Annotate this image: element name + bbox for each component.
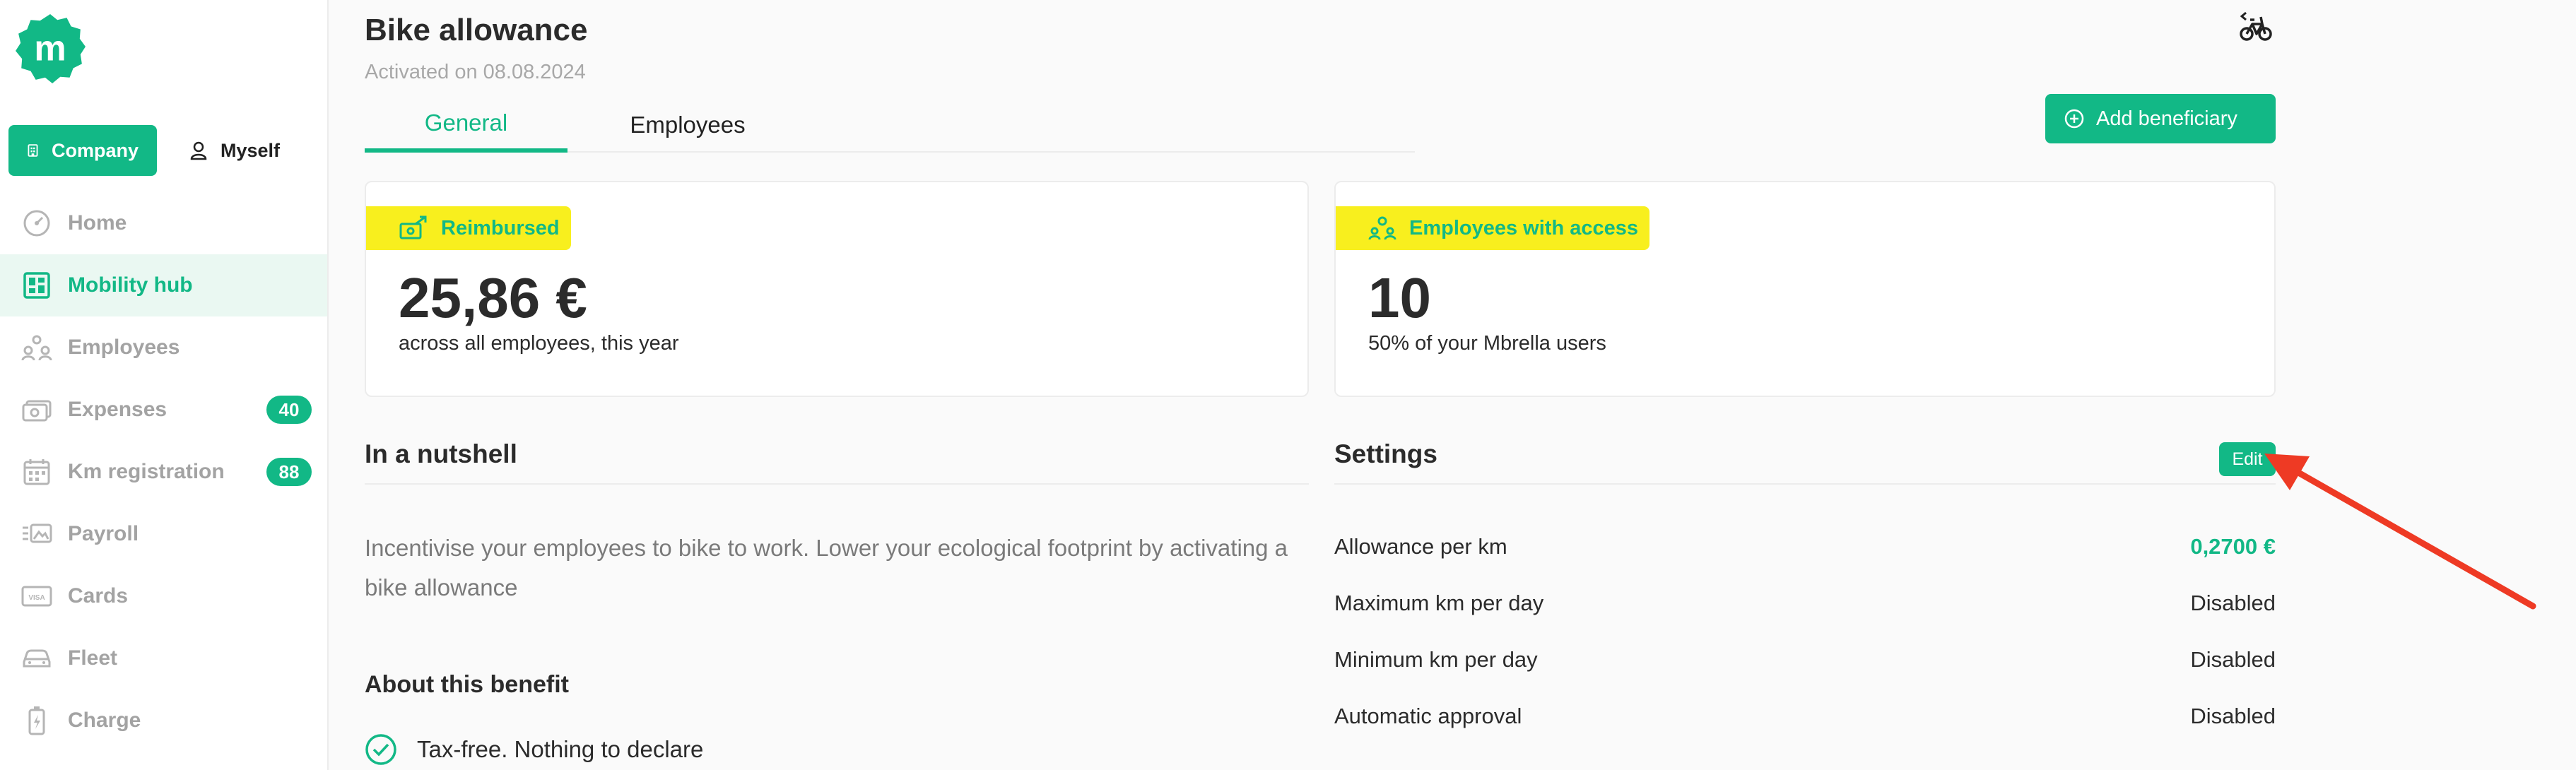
settings-row: Maximum km per day Disabled — [1334, 582, 2276, 624]
sidebar-item-label: Fleet — [68, 646, 118, 670]
add-beneficiary-button[interactable]: Add beneficiary — [2045, 94, 2276, 143]
sidebar-item-label: Cards — [68, 584, 129, 608]
battery-icon — [21, 705, 52, 736]
reimbursed-caption: across all employees, this year — [399, 332, 679, 355]
tab-employees[interactable]: Employees — [567, 97, 808, 153]
settings-row: Minimum km per day Disabled — [1334, 639, 2276, 681]
sidebar-item-charge[interactable]: Charge — [0, 689, 327, 752]
reimbursed-icon — [399, 215, 427, 239]
myself-toggle-button[interactable]: Myself — [171, 125, 298, 176]
car-icon — [21, 643, 52, 674]
nutshell-title: In a nutshell — [365, 439, 517, 468]
sidebar-item-label: Expenses — [68, 398, 167, 421]
setting-label: Maximum km per day — [1334, 591, 1544, 615]
sidebar-item-payroll[interactable]: Payroll — [0, 503, 327, 565]
setting-label: Allowance per km — [1334, 534, 1507, 559]
sidebar-item-employees[interactable]: Employees — [0, 316, 327, 379]
gauge-icon — [21, 208, 52, 239]
add-beneficiary-label: Add beneficiary — [2096, 107, 2237, 130]
sidebar: m Company Myself Home Mobility hub Emplo… — [0, 0, 329, 770]
annotation-arrow — [2264, 454, 2536, 610]
benefit-check-item: Tax-free. Nothing to declare — [365, 733, 703, 766]
sidebar-item-cards[interactable]: VISA Cards — [0, 565, 327, 627]
chip-label: Reimbursed — [441, 216, 560, 239]
user-icon — [190, 141, 207, 160]
employees-access-count: 10 — [1368, 266, 1431, 329]
benefit-check-label: Tax-free. Nothing to declare — [417, 736, 704, 762]
tab-bar: General Employees — [365, 97, 1415, 153]
svg-text:VISA: VISA — [28, 594, 45, 602]
settings-title: Settings — [1334, 439, 1437, 468]
sidebar-item-label: Mobility hub — [68, 273, 193, 297]
sidebar-item-label: Charge — [68, 709, 141, 732]
setting-label: Minimum km per day — [1334, 647, 1538, 672]
bike-icon — [2240, 11, 2272, 41]
sidebar-nav: Home Mobility hub Employees Expenses 40 … — [0, 192, 327, 752]
sidebar-item-mobility-hub[interactable]: Mobility hub — [0, 254, 327, 316]
sidebar-item-label: Home — [68, 211, 127, 235]
setting-value: Disabled — [2190, 704, 2276, 728]
chip-label: Employees with access — [1409, 216, 1638, 239]
sidebar-item-label: Km registration — [68, 460, 225, 483]
reimbursed-chip: Reimbursed — [366, 206, 571, 250]
company-toggle-label: Company — [51, 139, 139, 161]
expenses-count-badge: 40 — [266, 396, 312, 424]
account-toggle: Company Myself — [8, 125, 298, 176]
setting-label: Automatic approval — [1334, 704, 1522, 728]
people-icon — [1368, 216, 1396, 240]
check-circle-icon — [365, 734, 396, 765]
nutshell-description: Incentivise your employees to bike to wo… — [365, 535, 1288, 600]
grid-icon — [21, 270, 52, 301]
card-icon: VISA — [21, 581, 52, 612]
settings-row: Automatic approval Disabled — [1334, 695, 2276, 738]
calendar-icon — [21, 456, 52, 487]
building-icon — [28, 144, 38, 157]
sidebar-item-label: Payroll — [68, 522, 139, 545]
employees-access-caption: 50% of your Mbrella users — [1368, 332, 1606, 355]
sidebar-item-home[interactable]: Home — [0, 192, 327, 254]
plus-circle-icon — [2064, 109, 2084, 129]
sidebar-item-km-registration[interactable]: Km registration 88 — [0, 441, 327, 503]
cash-icon — [21, 394, 52, 425]
company-toggle-button[interactable]: Company — [8, 125, 157, 176]
page-title: Bike allowance — [365, 13, 588, 47]
mbrella-logo[interactable]: m — [14, 13, 86, 85]
km-registration-count-badge: 88 — [266, 458, 312, 486]
employees-access-card: Employees with access 10 50% of your Mbr… — [1334, 181, 2276, 397]
settings-row: Allowance per km 0,2700 € — [1334, 526, 2276, 568]
employees-access-chip: Employees with access — [1336, 206, 1649, 250]
sidebar-item-label: Employees — [68, 336, 180, 359]
sidebar-item-expenses[interactable]: Expenses 40 — [0, 379, 327, 441]
about-benefit-title: About this benefit — [365, 671, 569, 698]
reimbursed-card: Reimbursed 25,86 € across all employees,… — [365, 181, 1309, 397]
myself-toggle-label: Myself — [220, 139, 281, 161]
setting-value: Disabled — [2190, 647, 2276, 672]
tab-general[interactable]: General — [365, 97, 567, 153]
settings-divider — [1334, 483, 2276, 485]
people-icon — [21, 332, 52, 363]
nutshell-divider — [365, 483, 1309, 485]
sidebar-item-fleet[interactable]: Fleet — [0, 627, 327, 689]
logo-letter: m — [34, 28, 66, 68]
reimbursed-amount: 25,86 € — [399, 266, 587, 329]
payroll-icon — [21, 519, 52, 550]
activation-date: Activated on 08.08.2024 — [365, 61, 586, 83]
main-content: Bike allowance Activated on 08.08.2024 G… — [365, 0, 2276, 770]
